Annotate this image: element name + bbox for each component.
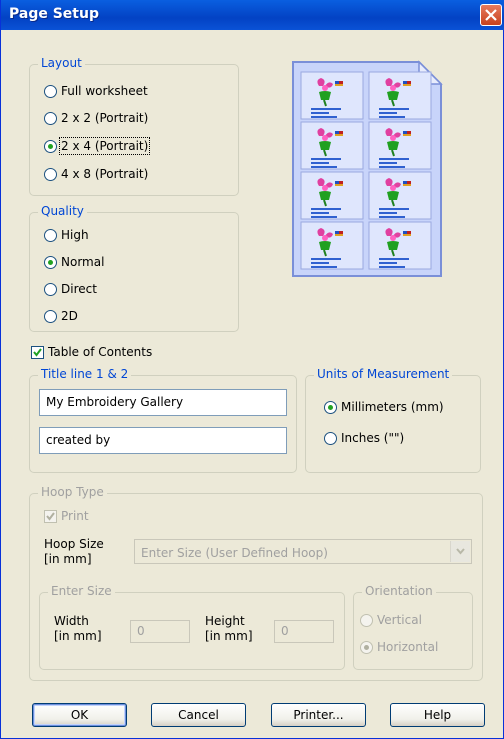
enter-size-legend: Enter Size bbox=[48, 584, 115, 598]
hoop-print-checkbox[interactable]: Print bbox=[44, 509, 89, 523]
radio-quality-2d[interactable]: 2D bbox=[44, 309, 78, 323]
help-button[interactable]: Help bbox=[390, 703, 485, 727]
cancel-button[interactable]: Cancel bbox=[151, 703, 246, 727]
radio-quality-direct[interactable]: Direct bbox=[44, 282, 97, 296]
radio-circle bbox=[360, 613, 373, 627]
radio-quality-normal[interactable]: Normal bbox=[44, 255, 104, 269]
radio-label: 2D bbox=[61, 309, 78, 323]
radio-label: Millimeters (mm) bbox=[341, 400, 444, 414]
radio-label: Direct bbox=[61, 282, 97, 296]
height-input[interactable]: 0 bbox=[274, 620, 334, 643]
radio-quality-high[interactable]: High bbox=[44, 228, 89, 242]
radio-label: 4 x 8 (Portrait) bbox=[61, 167, 149, 181]
radio-label: Full worksheet bbox=[61, 84, 148, 98]
checkmark-icon bbox=[33, 347, 42, 357]
radio-circle-selected bbox=[360, 640, 373, 654]
radio-label: 2 x 4 (Portrait) bbox=[58, 137, 151, 155]
window-title: Page Setup bbox=[9, 6, 99, 22]
radio-2x2-portrait[interactable]: 2 x 2 (Portrait) bbox=[44, 111, 148, 125]
radio-circle bbox=[44, 167, 57, 181]
title-line-1-input[interactable]: My Embroidery Gallery bbox=[39, 389, 287, 416]
layout-preview-image bbox=[292, 60, 443, 277]
radio-label: 2 x 2 (Portrait) bbox=[61, 111, 149, 125]
checkmark-icon bbox=[46, 511, 55, 521]
radio-4x8-portrait[interactable]: 4 x 8 (Portrait) bbox=[44, 167, 148, 181]
dropdown-arrow[interactable] bbox=[450, 541, 470, 562]
quality-legend: Quality bbox=[38, 204, 87, 218]
orientation-legend: Orientation bbox=[362, 584, 436, 598]
width-input[interactable]: 0 bbox=[130, 620, 190, 643]
layout-legend: Layout bbox=[38, 56, 85, 70]
radio-circle-selected bbox=[44, 139, 57, 153]
checkbox-label: Print bbox=[61, 509, 89, 523]
hoop-size-select[interactable]: Enter Size (User Defined Hoop) bbox=[134, 539, 472, 564]
radio-label: High bbox=[61, 228, 89, 242]
units-group bbox=[305, 375, 481, 473]
radio-circle-selected bbox=[44, 255, 57, 269]
radio-2x4-portrait[interactable]: 2 x 4 (Portrait) bbox=[44, 137, 151, 155]
height-label: Height [in mm] bbox=[205, 614, 253, 643]
radio-circle bbox=[44, 309, 57, 323]
checkbox-box bbox=[31, 345, 44, 359]
radio-circle bbox=[44, 282, 57, 296]
hoop-size-value: Enter Size (User Defined Hoop) bbox=[141, 546, 328, 560]
page-setup-dialog: Page Setup Layout Full worksheet 2 x 2 (… bbox=[0, 0, 504, 739]
radio-horizontal[interactable]: Horizontal bbox=[360, 640, 438, 654]
hoop-size-label: Hoop Size [in mm] bbox=[44, 537, 104, 566]
close-button[interactable] bbox=[480, 4, 502, 26]
radio-label: Normal bbox=[61, 255, 105, 269]
hoop-type-legend: Hoop Type bbox=[38, 485, 107, 499]
close-icon bbox=[485, 9, 497, 21]
ok-button[interactable]: OK bbox=[32, 703, 127, 727]
radio-label: Inches ("") bbox=[341, 431, 405, 445]
radio-circle-selected bbox=[324, 400, 337, 414]
radio-circle bbox=[44, 84, 57, 98]
radio-label: Vertical bbox=[377, 613, 422, 627]
radio-full-worksheet[interactable]: Full worksheet bbox=[44, 84, 148, 98]
title-bar[interactable]: Page Setup bbox=[1, 0, 504, 30]
title-lines-legend: Title line 1 & 2 bbox=[38, 367, 132, 381]
checkbox-label: Table of Contents bbox=[48, 345, 153, 359]
units-legend: Units of Measurement bbox=[314, 367, 453, 381]
title-line-2-input[interactable]: created by bbox=[39, 427, 287, 454]
width-label: Width [in mm] bbox=[54, 614, 102, 643]
radio-circle bbox=[44, 228, 57, 242]
radio-millimeters[interactable]: Millimeters (mm) bbox=[324, 400, 444, 414]
radio-circle bbox=[44, 111, 57, 125]
orientation-group bbox=[353, 592, 473, 670]
checkbox-box bbox=[44, 509, 57, 523]
radio-inches[interactable]: Inches ("") bbox=[324, 431, 404, 445]
radio-vertical[interactable]: Vertical bbox=[360, 613, 422, 627]
radio-label: Horizontal bbox=[377, 640, 439, 654]
chevron-down-icon bbox=[456, 548, 465, 555]
table-of-contents-checkbox[interactable]: Table of Contents bbox=[31, 345, 152, 359]
printer-button[interactable]: Printer... bbox=[271, 703, 366, 727]
radio-circle bbox=[324, 431, 337, 445]
